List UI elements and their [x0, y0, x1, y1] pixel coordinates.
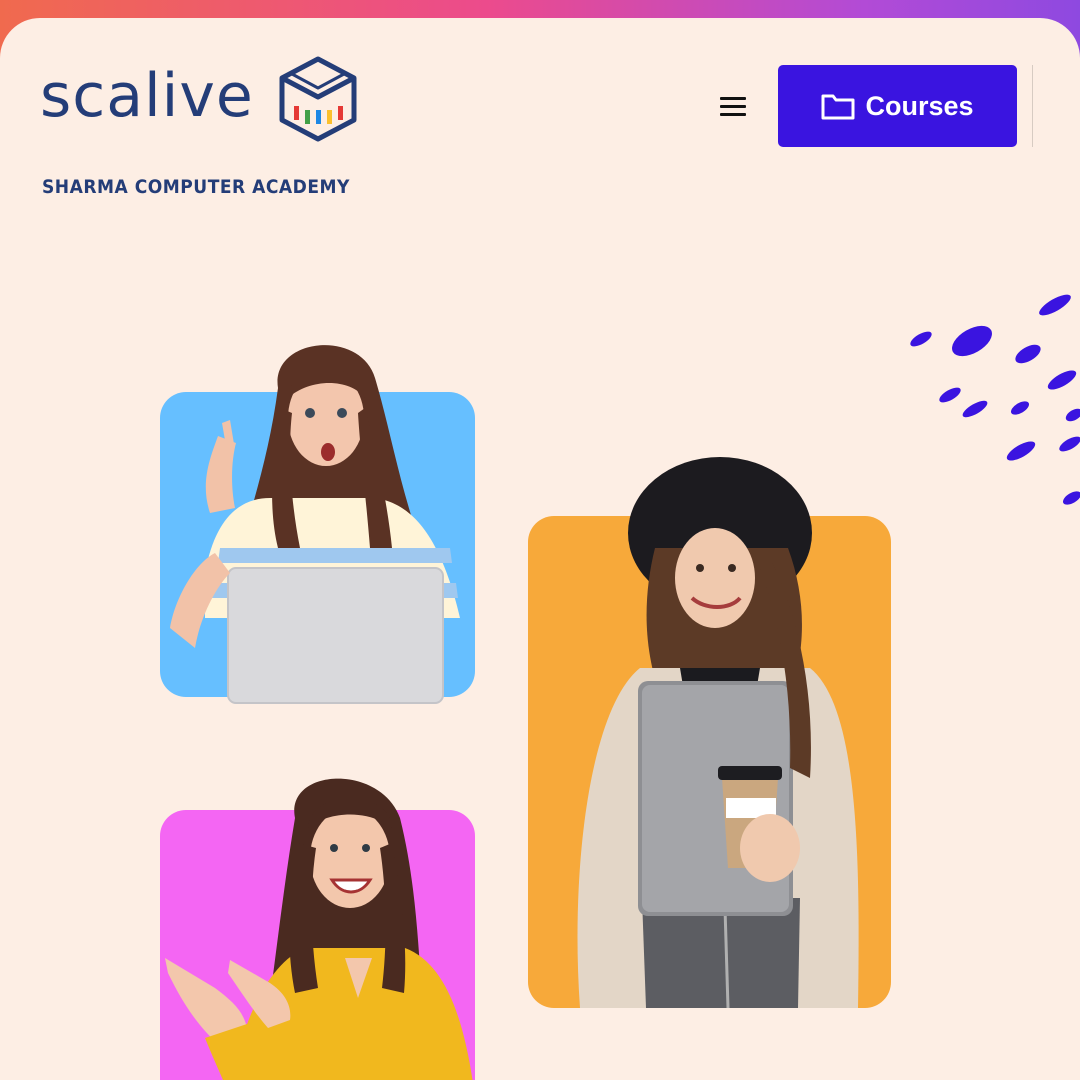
decorative-dots — [910, 294, 1080, 505]
student-photo-pointing — [165, 778, 473, 1080]
courses-button[interactable]: Courses — [778, 65, 1017, 147]
site-logo[interactable]: scalive SHARMA COMPUTER ACADEMY — [38, 56, 368, 198]
hamburger-menu-icon[interactable] — [717, 92, 749, 124]
page-surface: scalive SHARMA COMPUTER ACADEMY Courses — [0, 18, 1080, 1080]
student-photo-hat-coffee — [577, 457, 859, 1009]
logo-subtitle: SHARMA COMPUTER ACADEMY — [42, 176, 350, 198]
folder-icon — [821, 94, 855, 120]
logo-cube-icon — [279, 56, 357, 142]
student-photo-laptop — [170, 345, 460, 704]
header-divider — [1032, 65, 1033, 147]
logo-wordmark: scalive — [40, 61, 254, 131]
courses-button-label: Courses — [865, 90, 974, 121]
